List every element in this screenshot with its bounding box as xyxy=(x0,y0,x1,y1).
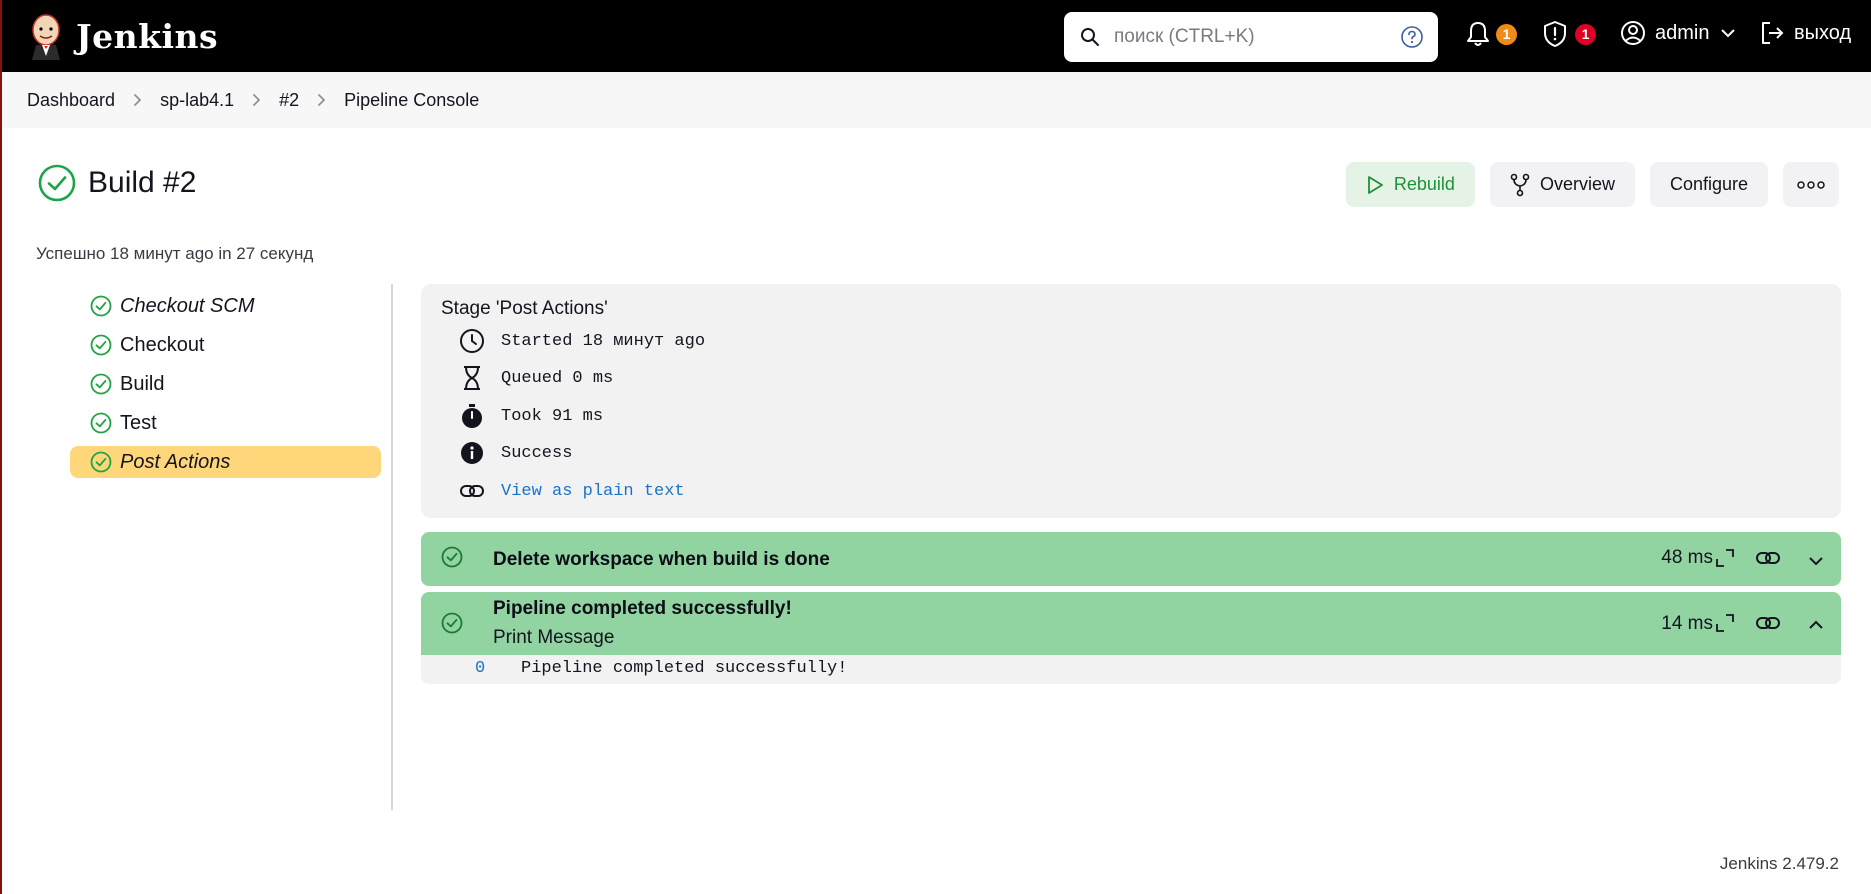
step-duration: 14 ms xyxy=(1661,613,1713,634)
stage-item-checkout-scm[interactable]: Checkout SCM xyxy=(70,290,381,322)
log-line-text: Pipeline completed successfully! xyxy=(521,659,848,678)
step-row[interactable]: Delete workspace when build is done 48 m… xyxy=(421,532,1841,586)
stage-took-text: Took 91 ms xyxy=(501,406,604,426)
help-icon[interactable] xyxy=(1400,25,1424,49)
success-check-icon xyxy=(38,164,76,202)
stage-list: Checkout SCM Checkout Build Test Post Ac… xyxy=(70,290,381,485)
breadcrumb: Dashboard sp-lab4.1 #2 Pipeline Console xyxy=(2,72,1871,128)
log-line-number[interactable]: 0 xyxy=(475,659,485,678)
security-badge: 1 xyxy=(1575,23,1596,45)
jenkins-butler-icon xyxy=(32,14,60,60)
overview-label: Overview xyxy=(1539,174,1615,194)
stage-status: Success xyxy=(459,440,572,466)
build-header: Build #2 xyxy=(38,164,196,202)
notifications-button[interactable]: 1 xyxy=(1465,20,1517,48)
console-log: 0 Pipeline completed successfully! xyxy=(421,655,1841,684)
step-subtitle: Print Message xyxy=(493,627,615,648)
stage-queued: Queued 0 ms xyxy=(459,365,613,391)
link-icon[interactable] xyxy=(1755,610,1781,636)
step-name: Delete workspace when build is done xyxy=(493,549,830,570)
top-bar: Jenkins 1 1 ad xyxy=(2,0,1871,72)
chevron-up-icon[interactable] xyxy=(1803,612,1829,638)
rebuild-button[interactable]: Rebuild xyxy=(1345,162,1475,207)
build-actions: Rebuild Overview Configure xyxy=(1345,162,1839,207)
build-summary: Успешно 18 минут ago in 27 секунд xyxy=(36,244,314,263)
configure-button[interactable]: Configure xyxy=(1649,162,1768,207)
chevron-right-icon xyxy=(317,93,326,107)
jenkins-logo[interactable]: Jenkins xyxy=(26,12,218,60)
success-check-icon xyxy=(441,612,463,634)
success-check-icon xyxy=(441,546,463,568)
stage-took: Took 91 ms xyxy=(459,403,603,429)
stage-status-text: Success xyxy=(501,443,573,463)
overview-button[interactable]: Overview xyxy=(1489,162,1635,207)
stage-item-test[interactable]: Test xyxy=(70,407,381,439)
security-button[interactable]: 1 xyxy=(1542,20,1596,48)
chevron-down-icon[interactable] xyxy=(1803,548,1829,574)
logout-icon xyxy=(1762,22,1784,44)
jenkins-version[interactable]: Jenkins 2.479.2 xyxy=(1720,854,1839,874)
view-plain-text-row: View as plain text xyxy=(459,478,685,504)
logout-label: выход xyxy=(1794,21,1852,44)
breadcrumb-dashboard[interactable]: Dashboard xyxy=(27,90,115,111)
play-icon xyxy=(1367,175,1383,194)
stage-title: Stage 'Post Actions' xyxy=(441,298,608,319)
breadcrumb-pipeline-console[interactable]: Pipeline Console xyxy=(344,90,479,111)
link-icon xyxy=(459,478,485,504)
chevron-right-icon xyxy=(252,93,261,107)
success-check-icon xyxy=(90,295,112,317)
more-actions-button[interactable] xyxy=(1783,162,1839,207)
user-icon xyxy=(1621,21,1645,45)
step-duration: 48 ms xyxy=(1661,547,1713,568)
pane-divider[interactable] xyxy=(391,284,393,810)
success-check-icon xyxy=(90,412,112,434)
hourglass-icon xyxy=(459,365,485,391)
search-icon xyxy=(1081,28,1099,46)
stage-label: Checkout SCM xyxy=(120,294,255,317)
stage-label: Build xyxy=(120,372,165,395)
shield-alert-icon xyxy=(1544,21,1566,47)
breadcrumb-job[interactable]: sp-lab4.1 xyxy=(160,90,234,111)
logout-button[interactable]: выход xyxy=(1759,20,1851,46)
stopwatch-icon xyxy=(459,403,485,429)
notifications-badge: 1 xyxy=(1496,23,1517,45)
clock-icon xyxy=(459,328,485,354)
success-check-icon xyxy=(90,451,112,473)
link-icon[interactable] xyxy=(1755,545,1781,571)
stage-started-text: Started 18 минут ago xyxy=(501,331,706,351)
bell-icon xyxy=(1467,22,1489,46)
stage-label: Test xyxy=(120,411,157,434)
success-check-icon xyxy=(90,334,112,356)
success-check-icon xyxy=(90,373,112,395)
chevron-right-icon xyxy=(133,93,142,107)
configure-label: Configure xyxy=(1669,174,1748,194)
stage-details-panel: Stage 'Post Actions' Started 18 минут ag… xyxy=(421,284,1841,518)
expand-icon[interactable] xyxy=(1712,610,1738,636)
stage-label: Checkout xyxy=(120,333,205,356)
info-icon xyxy=(459,440,485,466)
branch-icon xyxy=(1510,173,1530,196)
chevron-down-icon xyxy=(1721,29,1736,38)
view-plain-text-link[interactable]: View as plain text xyxy=(501,482,685,501)
step-name: Pipeline completed successfully! xyxy=(493,598,792,619)
brand-name: Jenkins xyxy=(76,16,219,56)
search-input[interactable] xyxy=(1114,22,1384,52)
expand-icon[interactable] xyxy=(1712,545,1738,571)
stage-item-build[interactable]: Build xyxy=(70,368,381,400)
user-menu[interactable]: admin xyxy=(1620,20,1736,46)
stage-item-checkout[interactable]: Checkout xyxy=(70,329,381,361)
stage-queued-text: Queued 0 ms xyxy=(501,368,614,388)
breadcrumb-build[interactable]: #2 xyxy=(279,90,299,111)
stage-label: Post Actions xyxy=(120,450,231,473)
stage-started: Started 18 минут ago xyxy=(459,328,705,354)
step-row[interactable]: Pipeline completed successfully! Print M… xyxy=(421,592,1841,656)
rebuild-label: Rebuild xyxy=(1393,174,1455,194)
more-horizontal-icon xyxy=(1797,180,1825,189)
stage-item-post-actions[interactable]: Post Actions xyxy=(70,446,381,478)
search-box[interactable] xyxy=(1064,12,1438,62)
user-name: admin xyxy=(1655,21,1710,44)
page-title: Build #2 xyxy=(88,166,197,199)
